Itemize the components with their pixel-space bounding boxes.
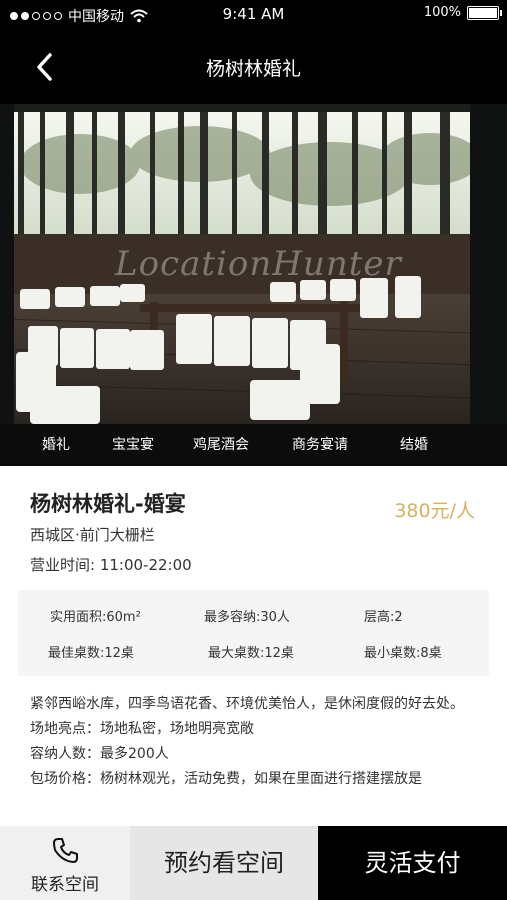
tab-wedding[interactable]: 婚礼	[42, 424, 70, 466]
reserve-viewing-button[interactable]: 预约看空间	[130, 826, 318, 900]
spec-min-tables: 最小桌数:8桌	[364, 646, 442, 661]
tab-business-banquet[interactable]: 商务宴请	[292, 424, 348, 466]
tab-baby-banquet[interactable]: 宝宝宴	[112, 424, 154, 466]
venue-description: 紧邻西峪水库，四季鸟语花香、环境优美怡人，是休闲度假的好去处。 场地亮点：场地私…	[30, 692, 475, 792]
battery-icon	[467, 5, 502, 20]
description-capacity: 容纳人数：最多200人	[30, 746, 169, 762]
page-title: 杨树林婚礼	[205, 58, 301, 80]
contact-button[interactable]: 联系空间	[0, 826, 130, 900]
bottom-action-bar: 联系空间 预约看空间 灵活支付	[0, 826, 507, 900]
specs-panel: 实用面积:60m² 最多容纳:30人 层高:2 最佳桌数:12桌 最大桌数:12…	[18, 590, 489, 676]
description-intro: 紧邻西峪水库，四季鸟语花香、环境优美怡人，是休闲度假的好去处。	[30, 696, 464, 712]
price-unit: /人	[449, 500, 475, 522]
price-value: 380元	[394, 500, 450, 522]
venue-location: 西城区·前门大栅栏	[30, 526, 155, 544]
photo-watermark: LocationHunter	[115, 244, 402, 284]
spec-floor-height: 层高:2	[364, 610, 403, 625]
venue-photo[interactable]: LocationHunter	[0, 104, 507, 424]
spec-max-tables: 最大桌数:12桌	[208, 646, 294, 661]
status-bar: 中国移动 9:41 AM 100%	[0, 0, 507, 28]
flexible-payment-button[interactable]: 灵活支付	[318, 826, 507, 900]
phone-icon	[53, 838, 78, 863]
spec-best-tables: 最佳桌数:12桌	[48, 646, 134, 661]
category-tabs: 婚礼 宝宝宴 鸡尾酒会 商务宴请 结婚	[0, 424, 507, 466]
nav-bar: 杨树林婚礼	[0, 28, 507, 104]
tab-cocktail-party[interactable]: 鸡尾酒会	[193, 424, 249, 466]
description-package: 包场价格：杨树林观光，活动免费，如果在里面进行搭建摆放是	[30, 771, 422, 787]
venue-price: 380元/人	[394, 496, 475, 523]
venue-hours: 营业时间: 11:00-22:00	[30, 556, 192, 574]
venue-details: 杨树林婚礼-婚宴 380元/人 西城区·前门大栅栏 营业时间: 11:00-22…	[0, 466, 507, 826]
spec-max-capacity: 最多容纳:30人	[204, 610, 290, 625]
contact-label: 联系空间	[31, 875, 99, 895]
spec-area: 实用面积:60m²	[50, 610, 141, 625]
battery-info: 100%	[423, 5, 502, 20]
tab-marriage[interactable]: 结婚	[400, 424, 428, 466]
battery-percent: 100%	[423, 5, 461, 20]
venue-title: 杨树林婚礼-婚宴	[30, 492, 186, 516]
description-highlights: 场地亮点：场地私密，场地明亮宽敞	[30, 721, 254, 737]
